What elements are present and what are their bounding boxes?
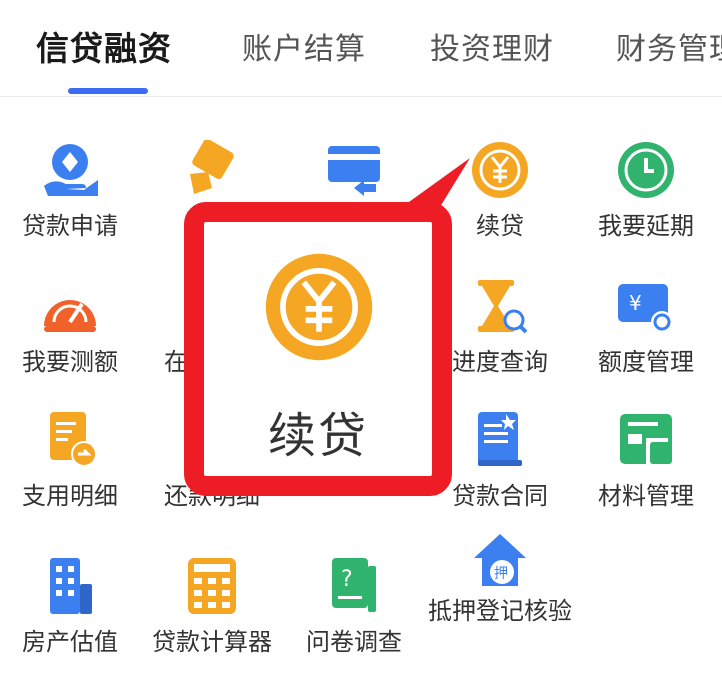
yuan-renew-icon <box>470 140 530 200</box>
tab-credit-financing[interactable]: 信贷融资 <box>36 22 172 70</box>
hourglass-search-icon <box>470 276 530 336</box>
grid-item-drawdown-detail[interactable]: 支用明细 <box>0 410 140 550</box>
grid-item-material-manage[interactable]: 材料管理 <box>576 410 716 550</box>
grid-item-label: 问卷调查 <box>306 628 402 656</box>
yuan-card-gear-icon: ¥ <box>616 276 676 336</box>
tab-finance-management[interactable]: 财务管理 <box>616 24 722 68</box>
calculator-icon <box>182 556 242 616</box>
grid-item-extend[interactable]: 我要延期 <box>576 140 716 280</box>
folder-icon <box>616 410 676 470</box>
tab-investment[interactable]: 投资理财 <box>430 24 554 68</box>
grid-item-label: 材料管理 <box>598 482 694 510</box>
active-tab-indicator <box>68 88 148 94</box>
card-hand-icon <box>182 140 242 200</box>
loan-hand-icon <box>40 140 100 200</box>
yuan-renew-icon <box>262 250 376 364</box>
grid-item-label: 抵押登记核验 <box>428 597 572 625</box>
category-tabs: 信贷融资 账户结算 投资理财 财务管理 <box>0 0 722 96</box>
grid-item-credit-estimate[interactable]: 我要测额 <box>0 276 140 416</box>
svg-text:?: ? <box>341 567 353 592</box>
building-icon <box>40 556 100 616</box>
grid-item-label: 房产估值 <box>22 628 118 656</box>
grid-item-label: 额度管理 <box>598 348 694 376</box>
highlight-callout: 续贷 <box>184 202 452 496</box>
bank-card-return-icon <box>324 140 384 200</box>
grid-item-quota-manage[interactable]: ¥ 额度管理 <box>576 276 716 416</box>
svg-text:押: 押 <box>494 566 508 582</box>
grid-item-questionnaire[interactable]: ? 问卷调查 <box>284 556 424 696</box>
svg-text:¥: ¥ <box>629 291 642 315</box>
grid-item-loan-calculator[interactable]: 贷款计算器 <box>142 556 282 696</box>
grid-item-label: 贷款申请 <box>22 212 118 240</box>
callout-label: 续贷 <box>267 408 368 464</box>
house-mortgage-icon: 押 <box>470 530 530 590</box>
receipt-icon <box>40 410 100 470</box>
grid-item-label: 我要延期 <box>598 212 694 240</box>
clock-icon <box>616 140 676 200</box>
questionnaire-icon: ? <box>324 556 384 616</box>
gauge-icon <box>40 276 100 336</box>
grid-item-label: 我要测额 <box>22 348 118 376</box>
grid-item-loan-apply[interactable]: 贷款申请 <box>0 140 140 280</box>
grid-item-label: 贷款计算器 <box>152 628 272 656</box>
grid-item-mortgage-verify[interactable]: 押 抵押登记核验 <box>428 530 572 670</box>
grid-item-property-valuation[interactable]: 房产估值 <box>0 556 140 696</box>
tab-account-settlement[interactable]: 账户结算 <box>242 24 366 68</box>
contract-icon <box>470 410 530 470</box>
grid-item-label: 支用明细 <box>22 482 118 510</box>
tab-divider <box>0 96 722 97</box>
